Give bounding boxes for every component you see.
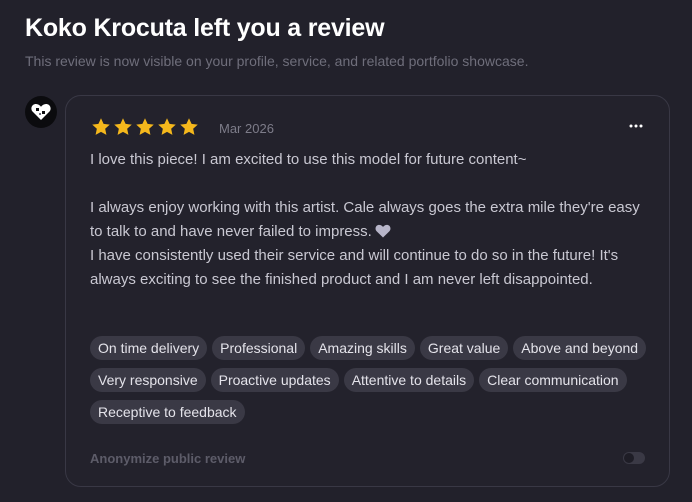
review-paragraph: I have consistently used their service a… [90,247,619,288]
review-notification: Koko Krocuta left you a review This revi… [0,0,692,502]
avatar[interactable] [25,96,57,128]
review-tag[interactable]: Great value [419,336,509,360]
anonymize-toggle[interactable] [623,452,645,464]
review-paragraph: I always enjoy working with this artist.… [90,199,640,240]
more-options-button[interactable] [628,118,644,134]
heart-logo-icon [31,103,51,120]
review-tag[interactable]: Attentive to details [343,368,475,392]
page-title: Koko Krocuta left you a review [25,14,385,42]
review-tag[interactable]: Receptive to feedback [90,400,245,424]
review-tag[interactable]: Clear communication [479,368,627,392]
star-icon [136,118,154,135]
heart-icon [375,224,391,238]
star-icon [180,118,198,135]
review-tags: On time delivery Professional Amazing skil… [90,336,650,424]
review-tag[interactable]: On time delivery [90,336,208,360]
review-tag[interactable]: Above and beyond [513,336,647,360]
review-card: Mar 2026 I love this piece! I am excited… [65,95,670,487]
more-horizontal-icon [629,124,643,128]
review-date: Mar 2026 [219,121,274,136]
star-icon [92,118,110,135]
star-rating [91,117,199,137]
page-subtitle: This review is now visible on your profi… [25,53,529,69]
star-icon [158,118,176,135]
review-tag[interactable]: Proactive updates [210,368,339,392]
review-paragraph: I love this piece! I am excited to use t… [90,151,527,168]
toggle-knob [624,453,634,463]
review-tag[interactable]: Amazing skills [310,336,415,360]
review-text: I love this piece! I am excited to use t… [90,148,650,292]
review-tag[interactable]: Professional [212,336,306,360]
anonymize-label: Anonymize public review [90,451,246,466]
review-tag[interactable]: Very responsive [90,368,206,392]
star-icon [114,118,132,135]
